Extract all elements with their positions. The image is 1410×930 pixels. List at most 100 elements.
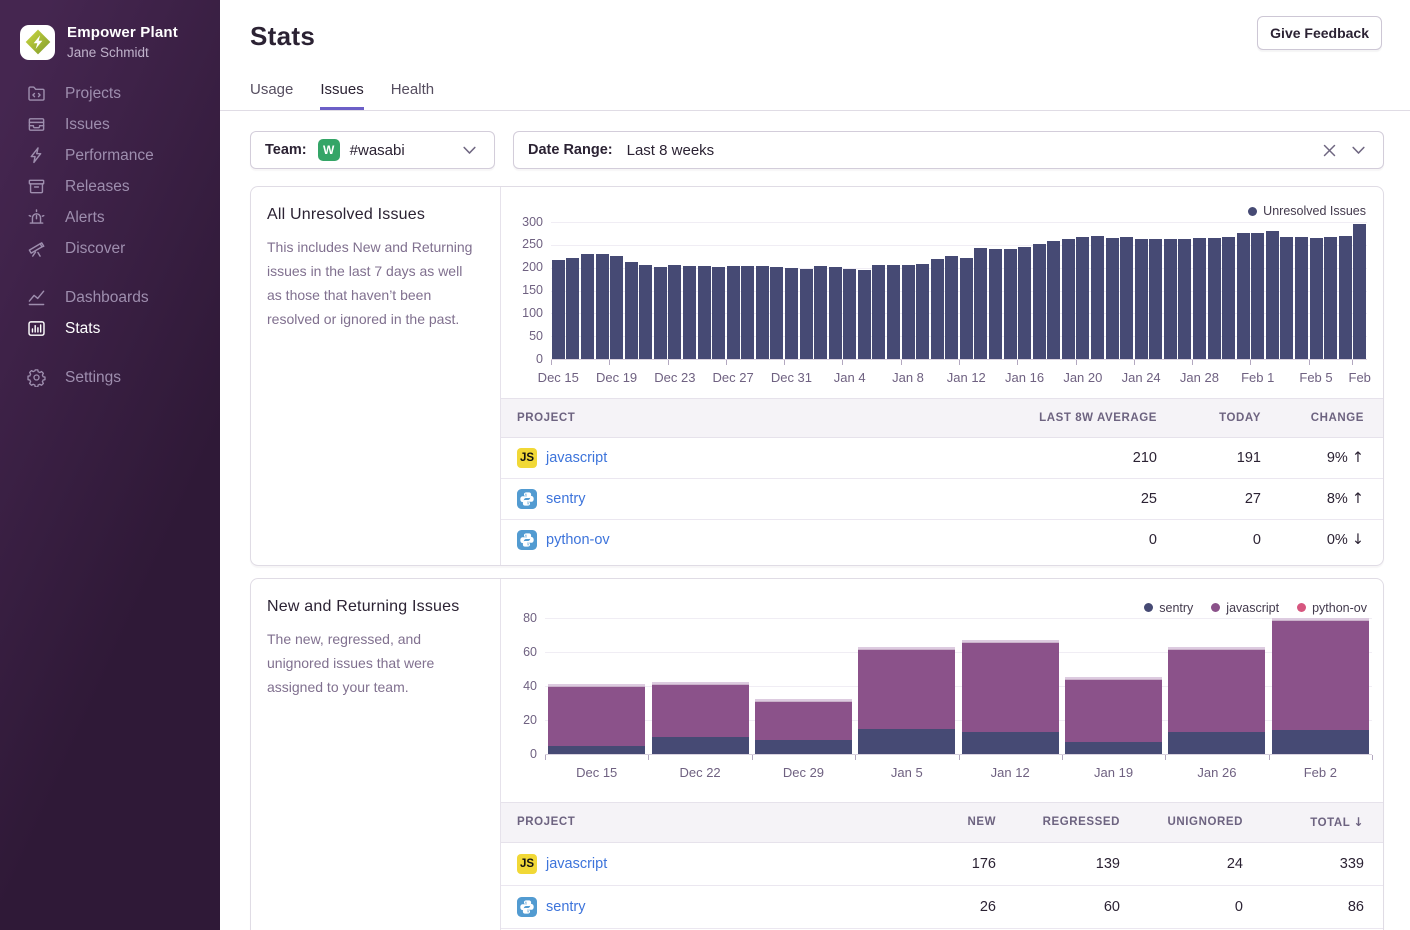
project-link[interactable]: python-ov [546,532,610,548]
bar-segment-javascript [1168,649,1265,732]
team-filter[interactable]: Team: W #wasabi [250,131,495,169]
bar-segment-sentry [652,737,749,754]
legend-item-python-ov[interactable]: python-ov [1297,601,1367,615]
bar-segment-Unresolved Issues [1120,237,1133,359]
bar-cap [1272,618,1369,620]
y-axis-label: 0 [501,352,543,367]
nav-section: ProjectsIssuesPerformance Releases AlertsD… [0,78,220,264]
sidebar-item-performance[interactable]: Performance [0,140,220,171]
bar-segment-Unresolved Issues [581,254,594,359]
table-row-sentry: sentry25278% ↑ [501,479,1384,520]
main: Stats Give Feedback Usage Issues Health Te… [220,0,1410,930]
tab-usage[interactable]: Usage [250,81,293,110]
x-axis-tick [752,755,753,760]
bar-segment-Unresolved Issues [1164,239,1177,359]
org-switcher[interactable]: Empower Plant Jane Schmidt [0,24,220,60]
bar-segment-Unresolved Issues [596,254,609,359]
sidebar-item-alerts[interactable]: Alerts [0,202,220,233]
column-header-total[interactable]: Total↓ [1243,802,1384,842]
give-feedback-button[interactable]: Give Feedback [1257,16,1382,50]
sidebar-item-discover[interactable]: Discover [0,233,220,264]
sidebar-item-stats[interactable]: Stats [0,313,220,344]
bar-segment-javascript [1272,620,1369,731]
date-range-filter[interactable]: Date Range: Last 8 weeks [513,131,1384,169]
y-axis-label: 40 [501,679,537,694]
x-axis-tick [1250,360,1251,365]
page-title: Stats [250,21,315,52]
project-link[interactable]: javascript [546,856,607,872]
stack-icon [26,115,46,135]
bar-segment-Unresolved Issues [974,248,987,359]
sidebar-item-issues[interactable]: Issues [0,109,220,140]
sidebar-item-label: Releases [65,178,130,196]
bar-Dec 25 [698,222,711,359]
project-link[interactable]: sentry [546,491,586,507]
table-cell: 60 [996,885,1120,928]
tab-health[interactable]: Health [391,81,434,110]
org-name: Empower Plant [67,24,178,41]
sidebar-item-dashboards[interactable]: Dashboards [0,282,220,313]
bar-segment-javascript [858,649,955,729]
project-link[interactable]: sentry [546,899,586,915]
team-filter-value: #wasabi [350,142,405,159]
bar-Jan 17 [1033,222,1046,359]
bar-segment-Unresolved Issues [1178,239,1191,359]
project-link[interactable]: javascript [546,450,607,466]
change-cell: 0% ↓ [1261,520,1384,561]
legend-label: Unresolved Issues [1263,204,1366,218]
trend-down-icon: ↓ [1352,532,1364,548]
bar-Dec 21 [639,222,652,359]
bar-Dec 20 [625,222,638,359]
table-cell: 191 [1157,438,1261,479]
sidebar-item-releases[interactable]: Releases [0,171,220,202]
bar-segment-Unresolved Issues [566,258,579,359]
bar-segment-Unresolved Issues [1251,233,1264,359]
x-axis-label: Dec 29 [783,765,824,780]
x-axis-tick [901,360,902,365]
bar-segment-Unresolved Issues [785,268,798,359]
column-header-new: New [846,802,996,842]
bar-segment-sentry [755,740,852,754]
x-axis-label: Jan 8 [892,370,924,385]
page-header: Stats Give Feedback [220,0,1410,52]
column-header-regressed: Regressed [996,802,1120,842]
tab-issues[interactable]: Issues [320,81,363,110]
table-cell: 339 [1243,842,1384,885]
bar-segment-Unresolved Issues [1062,239,1075,359]
telescope-icon [26,239,46,259]
siren-icon [26,208,46,228]
sidebar-item-label: Dashboards [65,289,149,307]
legend-item-unresolved-issues[interactable]: Unresolved Issues [1248,204,1366,218]
chevron-down-icon [1347,139,1369,161]
bar-Jan 30 [1222,222,1235,359]
bar-segment-Unresolved Issues [1310,238,1323,359]
clear-icon[interactable] [1318,139,1340,161]
legend-item-sentry[interactable]: sentry [1144,601,1193,615]
bar-segment-Unresolved Issues [989,249,1002,359]
sort-descending-icon: ↓ [1353,815,1364,829]
bar-segment-Unresolved Issues [668,265,681,359]
bar-segment-sentry [1168,732,1265,754]
bar-Jan 4 [843,222,856,359]
bar-segment-Unresolved Issues [800,269,813,359]
bar-segment-Unresolved Issues [1004,249,1017,360]
bar-Jan 3 [829,222,842,359]
x-axis-label: Dec 19 [596,370,637,385]
legend-label: python-ov [1312,601,1367,615]
bar-Jan 14 [989,222,1002,359]
sidebar-item-settings[interactable]: Settings [0,362,220,393]
legend-item-javascript[interactable]: javascript [1211,601,1279,615]
bar-segment-Unresolved Issues [770,267,783,359]
table-cell: 0 [917,520,1157,561]
bar-Dec 22 [654,222,667,359]
table-cell: 25 [917,479,1157,520]
bar-Jan 13 [974,222,987,359]
sidebar-item-projects[interactable]: Projects [0,78,220,109]
panel-unresolved-description: This includes New and Returning issues i… [267,235,475,331]
x-axis-tick [545,755,546,760]
bar-Jan 6 [872,222,885,359]
bar-cap [755,699,852,701]
x-axis-label: Jan 12 [991,765,1030,780]
y-axis-label: 250 [501,237,543,252]
bar-Jan 25 [1149,222,1162,359]
